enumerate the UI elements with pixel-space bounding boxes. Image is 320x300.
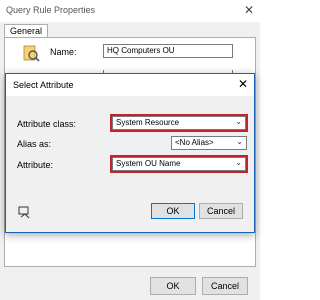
alias-value: <No Alias> (175, 138, 214, 147)
dialog-close-icon[interactable]: ✕ (236, 77, 250, 91)
select-attribute-dialog: Select Attribute ✕ Attribute class: Syst… (5, 73, 255, 233)
dialog-help-icon (18, 206, 30, 219)
chevron-down-icon: ⌄ (235, 158, 242, 167)
dialog-title: Select Attribute (6, 74, 254, 96)
attribute-select[interactable]: System OU Name ⌄ (110, 155, 248, 173)
alias-label: Alias as: (17, 139, 52, 149)
name-label: Name: (50, 47, 77, 57)
attribute-class-select[interactable]: System Resource ⌄ (110, 114, 248, 132)
dialog-ok-button[interactable]: OK (151, 203, 195, 219)
chevron-down-icon: ⌄ (235, 117, 242, 126)
outer-ok-button[interactable]: OK (150, 277, 196, 295)
attribute-class-value: System Resource (116, 118, 180, 127)
alias-select[interactable]: <No Alias> ⌄ (171, 136, 247, 150)
outer-cancel-button[interactable]: Cancel (202, 277, 248, 295)
attribute-label: Attribute: (17, 160, 54, 170)
attribute-value: System OU Name (116, 159, 181, 168)
outer-window-title: Query Rule Properties (0, 0, 260, 22)
chevron-down-icon: ⌄ (236, 137, 243, 146)
outer-close-icon[interactable]: ✕ (242, 3, 256, 17)
name-field[interactable]: HQ Computers OU (103, 44, 233, 58)
tab-general[interactable]: General (4, 24, 49, 38)
query-rule-icon (23, 45, 40, 62)
attribute-class-label: Attribute class: (17, 119, 77, 129)
dialog-cancel-button[interactable]: Cancel (199, 203, 243, 219)
